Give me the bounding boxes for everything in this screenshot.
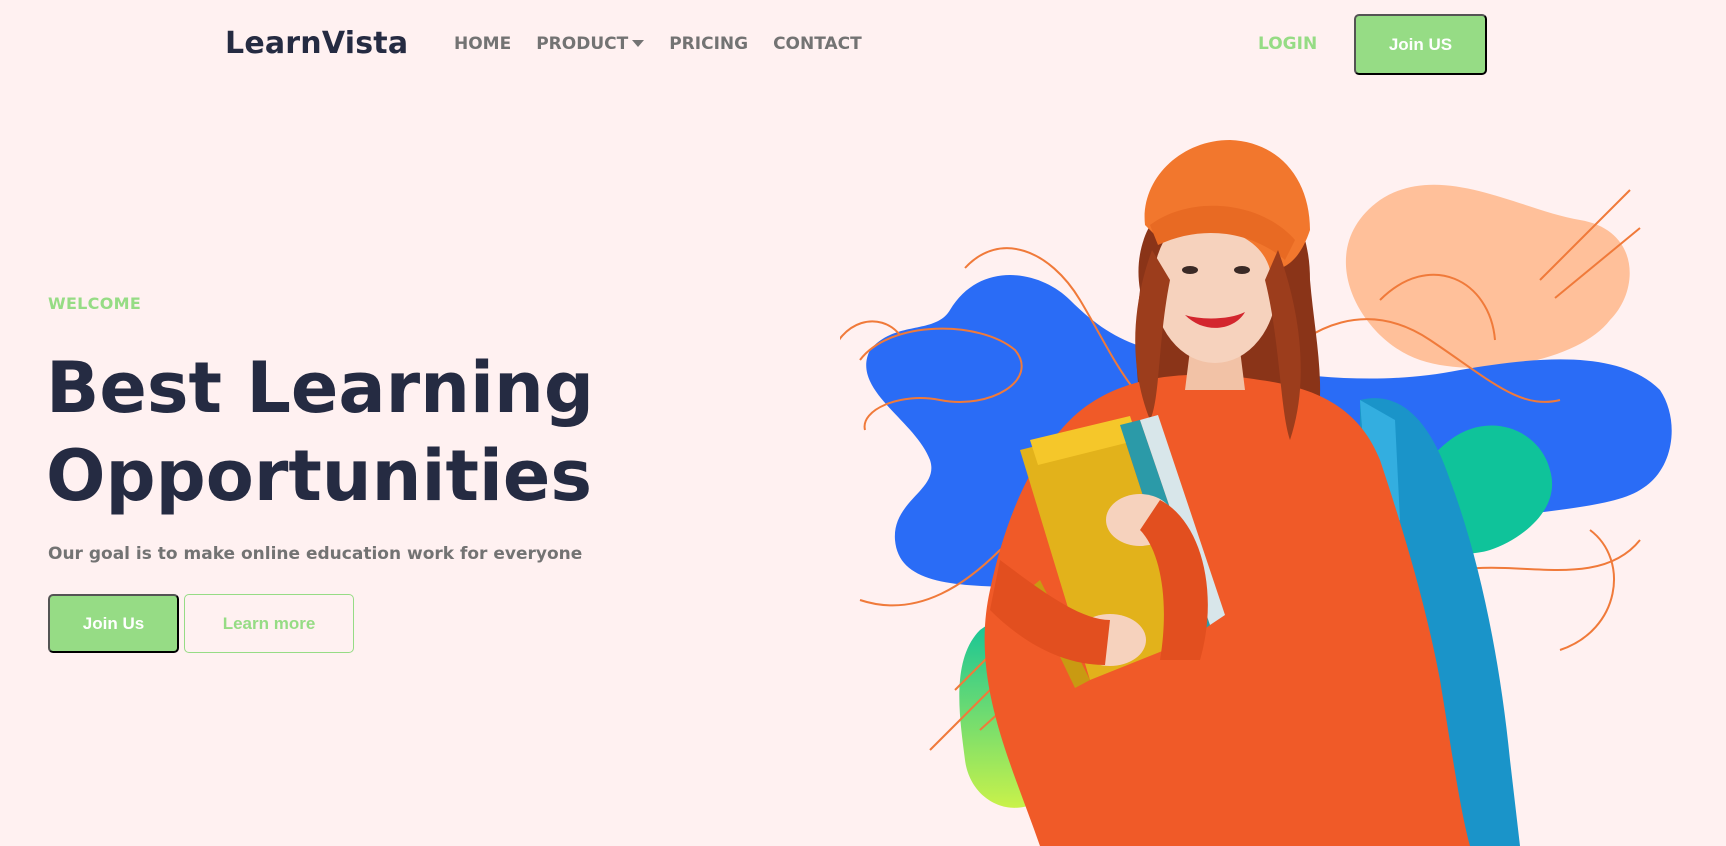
hero-title-line-1: Best Learning (46, 347, 594, 429)
hero-illustration-graphic (840, 140, 1672, 846)
nav-item-label: CONTACT (773, 34, 862, 54)
login-link[interactable]: LOGIN (1258, 34, 1317, 54)
site-header: LearnVista HOME PRODUCT PRICING CONTACT … (0, 0, 1726, 90)
caret-down-icon (632, 40, 645, 47)
main-nav: HOME PRODUCT PRICING CONTACT (454, 34, 862, 54)
nav-item-label: PRICING (669, 34, 749, 54)
learn-more-button[interactable]: Learn more (184, 594, 354, 653)
nav-item-contact[interactable]: CONTACT (773, 34, 862, 54)
brand-logo[interactable]: LearnVista (225, 26, 408, 61)
hero-title: Best Learning Opportunities (46, 344, 686, 520)
nav-item-home[interactable]: HOME (454, 34, 511, 54)
nav-item-pricing[interactable]: PRICING (669, 34, 748, 54)
nav-item-label: PRODUCT (536, 34, 629, 54)
hero-title-line-2: Opportunities (46, 435, 593, 517)
nav-item-product[interactable]: PRODUCT (536, 34, 645, 54)
join-us-header-button[interactable]: Join US (1354, 14, 1487, 75)
peach-blob (1345, 184, 1630, 368)
nav-item-label: HOME (454, 34, 512, 54)
hero-subtitle: Our goal is to make online education wor… (48, 544, 583, 564)
student-illustration (840, 120, 1700, 846)
join-us-button[interactable]: Join Us (48, 594, 179, 653)
hero-eyebrow: WELCOME (48, 294, 142, 313)
squiggle-line (1559, 529, 1615, 651)
